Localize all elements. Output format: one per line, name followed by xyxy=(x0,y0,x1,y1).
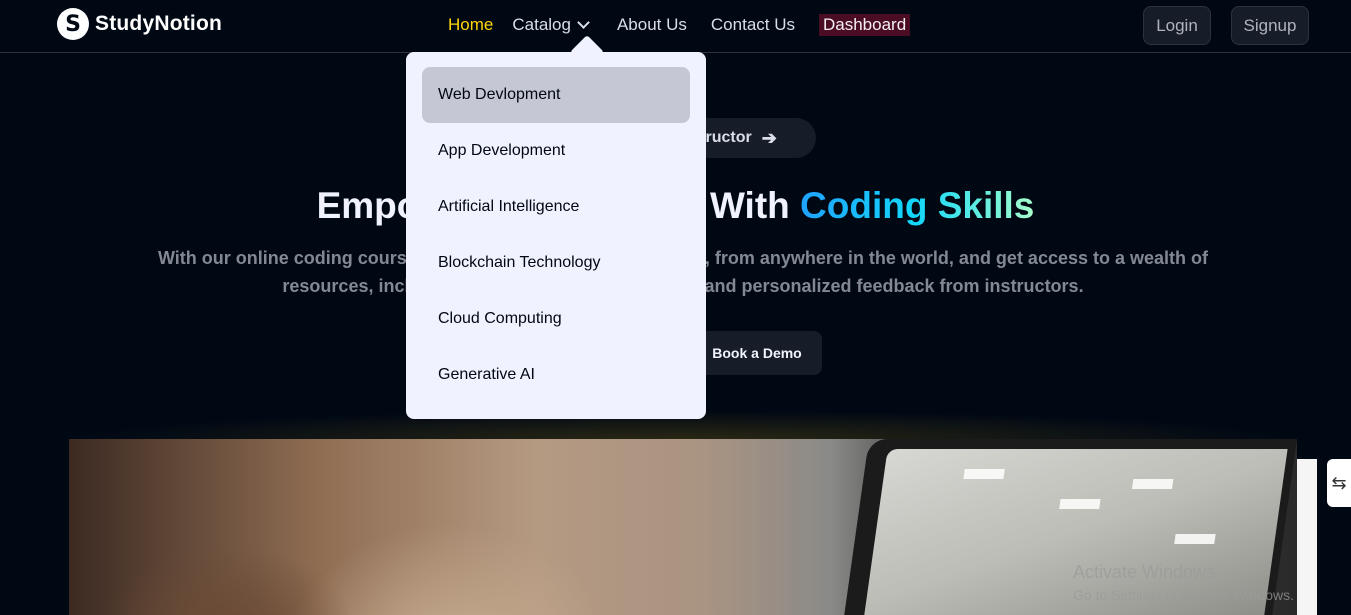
side-tab-icon[interactable]: ⇆ xyxy=(1327,459,1351,507)
login-button[interactable]: Login xyxy=(1143,6,1211,45)
catalog-item-blockchain[interactable]: Blockchain Technology xyxy=(422,235,690,291)
signup-button[interactable]: Signup xyxy=(1231,6,1309,45)
book-demo-button[interactable]: Book a Demo xyxy=(692,331,822,375)
logo-icon: S xyxy=(57,8,89,40)
nav-catalog-label: Catalog xyxy=(512,15,571,34)
navbar: S StudyNotion Home Catalog About Us Cont… xyxy=(0,0,1351,53)
ceiling-light xyxy=(1131,479,1174,489)
watermark-line1: Activate Windows xyxy=(1073,562,1216,582)
logo[interactable]: S StudyNotion xyxy=(57,8,222,40)
arrow-right-icon: ➔ xyxy=(761,127,777,148)
catalog-item-app-development[interactable]: App Development xyxy=(422,123,690,179)
catalog-item-cloud-computing[interactable]: Cloud Computing xyxy=(422,291,690,347)
nav-links: Home Catalog About Us Contact Us Dashboa… xyxy=(448,14,911,36)
brand-name: StudyNotion xyxy=(95,12,223,35)
nav-catalog-link[interactable]: Catalog xyxy=(512,15,590,35)
nav-dashboard-link[interactable]: Dashboard xyxy=(819,14,911,36)
catalog-dropdown: Web Devlopment App Development Artificia… xyxy=(406,52,706,419)
watermark-line2: Go to Settings to activate Windows. xyxy=(1073,587,1294,603)
catalog-item-artificial-intelligence[interactable]: Artificial Intelligence xyxy=(422,179,690,235)
chevron-down-icon xyxy=(577,16,590,29)
hero-title-highlight: Coding Skills xyxy=(800,185,1035,226)
nav-home-link[interactable]: Home xyxy=(448,15,493,35)
white-strip xyxy=(1297,459,1317,615)
ceiling-light xyxy=(1174,534,1216,544)
nav-contact-link[interactable]: Contact Us xyxy=(711,15,795,35)
ceiling-light xyxy=(963,469,1005,479)
windows-watermark: Activate Windows Go to Settings to activ… xyxy=(1073,562,1294,603)
nav-about-link[interactable]: About Us xyxy=(617,15,687,35)
catalog-item-web-development[interactable]: Web Devlopment xyxy=(422,67,690,123)
catalog-item-generative-ai[interactable]: Generative AI xyxy=(422,347,690,403)
ceiling-light xyxy=(1059,499,1101,509)
